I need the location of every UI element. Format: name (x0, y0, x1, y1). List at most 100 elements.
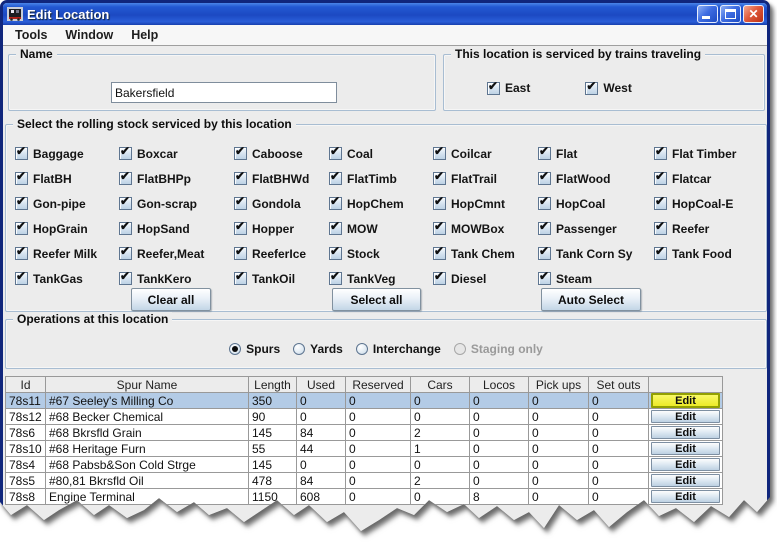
table-cell: 84 (297, 425, 346, 441)
checkbox-label: HopCmnt (451, 197, 505, 211)
menu-help[interactable]: Help (122, 26, 167, 44)
menubar: ToolsWindowHelp (3, 25, 767, 46)
checkbox-label: HopCoal (556, 197, 605, 211)
radio-spurs[interactable]: Spurs (229, 342, 280, 356)
menu-tools[interactable]: Tools (6, 26, 56, 44)
direction-checkbox-west[interactable]: ✔West (585, 81, 631, 95)
rollingstock-checkbox-coal[interactable]: ✔Coal (329, 147, 433, 161)
table-row[interactable]: 78s6#68 Bkrsfld Grain1458402000Edit (6, 425, 723, 441)
checkbox-label: FlatBHPp (137, 172, 191, 186)
checkbox-icon: ✔ (15, 197, 28, 210)
column-header-spur-name[interactable]: Spur Name (46, 377, 249, 393)
close-button[interactable]: ✕ (743, 5, 764, 23)
rollingstock-checkbox-boxcar[interactable]: ✔Boxcar (119, 147, 234, 161)
minimize-button[interactable] (697, 5, 718, 23)
rollingstock-checkbox-hopcoal[interactable]: ✔HopCoal (538, 197, 654, 211)
checkbox-icon: ✔ (119, 172, 132, 185)
rollingstock-checkbox-gon-scrap[interactable]: ✔Gon-scrap (119, 197, 234, 211)
rollingstock-checkbox-gondola[interactable]: ✔Gondola (234, 197, 329, 211)
clear-all-button[interactable]: Clear all (131, 288, 211, 311)
rollingstock-checkbox-tankoil[interactable]: ✔TankOil (234, 272, 329, 286)
rollingstock-checkbox-tankveg[interactable]: ✔TankVeg (329, 272, 433, 286)
column-header-used[interactable]: Used (297, 377, 346, 393)
check-mark: ✔ (655, 144, 665, 158)
column-header-id[interactable]: Id (6, 377, 46, 393)
edit-cell: Edit (649, 409, 723, 425)
location-name-input[interactable] (111, 82, 337, 103)
edit-button[interactable]: Edit (651, 442, 720, 455)
radio-yards[interactable]: Yards (293, 342, 343, 356)
table-row[interactable]: 78s10#68 Heritage Furn554401000Edit (6, 441, 723, 457)
rollingstock-checkbox-flatbhwd[interactable]: ✔FlatBHWd (234, 172, 329, 186)
edit-button[interactable]: Edit (651, 458, 720, 471)
rollingstock-checkbox-reefer-meat[interactable]: ✔Reefer,Meat (119, 247, 234, 261)
rollingstock-checkbox-flatbhpp[interactable]: ✔ FlatBHPp (119, 172, 234, 186)
rollingstock-checkbox-hopcmnt[interactable]: ✔HopCmnt (433, 197, 538, 211)
table-row[interactable]: 78s12#68 Becker Chemical90000000Edit (6, 409, 723, 425)
column-header-cars[interactable]: Cars (411, 377, 470, 393)
edit-button[interactable]: Edit (651, 410, 720, 423)
rollingstock-checkbox-tankkero[interactable]: ✔TankKero (119, 272, 234, 286)
rollingstock-checkbox-hopper[interactable]: ✔Hopper (234, 222, 329, 236)
screenshot-stage: Edit Location ✕ ToolsWindowHelp Name Thi… (0, 0, 777, 544)
rollingstock-checkbox-stock[interactable]: ✔Stock (329, 247, 433, 261)
table-row[interactable]: 78s5#80,81 Bkrsfld Oil4788402000Edit (6, 473, 723, 489)
radio-interchange[interactable]: Interchange (356, 342, 441, 356)
check-mark: ✔ (488, 79, 498, 93)
rollingstock-checkbox-flat[interactable]: ✔Flat (538, 147, 654, 161)
rollingstock-checkbox-coilcar[interactable]: ✔Coilcar (433, 147, 538, 161)
checkbox-label: East (505, 81, 530, 95)
rollingstock-checkbox-hopgrain[interactable]: ✔HopGrain (15, 222, 119, 236)
select-all-button[interactable]: Select all (332, 288, 421, 311)
rollingstock-checkbox-flattimb[interactable]: ✔FlatTimb (329, 172, 433, 186)
rollingstock-checkbox-steam[interactable]: ✔Steam (538, 272, 654, 286)
rollingstock-checkbox-hopcoal-e[interactable]: ✔HopCoal-E (654, 197, 760, 211)
edit-button[interactable]: Edit (651, 426, 720, 439)
rollingstock-checkbox-hopchem[interactable]: ✔HopChem (329, 197, 433, 211)
maximize-button[interactable] (720, 5, 741, 23)
rollingstock-checkbox-caboose[interactable]: ✔Caboose (234, 147, 329, 161)
column-header-reserved[interactable]: Reserved (346, 377, 411, 393)
rollingstock-checkbox-flatcar[interactable]: ✔Flatcar (654, 172, 760, 186)
rollingstock-checkbox-passenger[interactable]: ✔Passenger (538, 222, 654, 236)
checkbox-label: Boxcar (137, 147, 178, 161)
spur-table-body: 78s11#67 Seeley's Milling Co350000000Edi… (6, 393, 723, 505)
titlebar[interactable]: Edit Location ✕ (3, 3, 767, 25)
rollingstock-checkbox-mow[interactable]: ✔MOW (329, 222, 433, 236)
column-header-edit[interactable] (649, 377, 723, 393)
rollingstock-checkbox-tank-chem[interactable]: ✔Tank Chem (433, 247, 538, 261)
edit-button[interactable]: Edit (651, 393, 720, 408)
rollingstock-checkbox-flatwood[interactable]: ✔FlatWood (538, 172, 654, 186)
rollingstock-checkbox-gon-pipe[interactable]: ✔Gon-pipe (15, 197, 119, 211)
rollingstock-checkbox-mowbox[interactable]: ✔MOWBox (433, 222, 538, 236)
table-row[interactable]: 78s11#67 Seeley's Milling Co350000000Edi… (6, 393, 723, 409)
rollingstock-checkbox-flattrail[interactable]: ✔FlatTrail (433, 172, 538, 186)
menu-window[interactable]: Window (56, 26, 122, 44)
table-cell: 0 (411, 489, 470, 505)
checkbox-icon: ✔ (329, 197, 342, 210)
column-header-length[interactable]: Length (249, 377, 297, 393)
column-header-pick-ups[interactable]: Pick ups (529, 377, 589, 393)
rollingstock-checkbox-flatbh[interactable]: ✔FlatBH (15, 172, 119, 186)
rollingstock-checkbox-flat-timber[interactable]: ✔Flat Timber (654, 147, 760, 161)
rollingstock-checkbox-tankgas[interactable]: ✔TankGas (15, 272, 119, 286)
table-row[interactable]: 78s4#68 Pabsb&Son Cold Strge145000000Edi… (6, 457, 723, 473)
table-row[interactable]: 78s8Engine Terminal115060800800Edit (6, 489, 723, 505)
rollingstock-checkbox-reeferice[interactable]: ✔ReeferIce (234, 247, 329, 261)
table-cell: 0 (470, 441, 529, 457)
rollingstock-checkbox-tank-food[interactable]: ✔Tank Food (654, 247, 760, 261)
rollingstock-checkbox-tank-corn-sy[interactable]: ✔Tank Corn Sy (538, 247, 654, 261)
direction-checkbox-east[interactable]: ✔ East (487, 81, 530, 95)
rollingstock-checkbox-hopsand[interactable]: ✔HopSand (119, 222, 234, 236)
column-header-locos[interactable]: Locos (470, 377, 529, 393)
auto-select-button[interactable]: Auto Select (541, 288, 641, 311)
edit-button[interactable]: Edit (651, 490, 720, 503)
edit-button[interactable]: Edit (651, 474, 720, 487)
rollingstock-checkbox-reefer-milk[interactable]: ✔Reefer Milk (15, 247, 119, 261)
rollingstock-checkbox-baggage[interactable]: ✔Baggage (15, 147, 119, 161)
column-header-set-outs[interactable]: Set outs (589, 377, 649, 393)
rollingstock-checkbox-reefer[interactable]: ✔Reefer (654, 222, 760, 236)
rollingstock-checkbox-diesel[interactable]: ✔Diesel (433, 272, 538, 286)
checkbox-icon: ✔ (538, 222, 551, 235)
table-cell: 0 (529, 441, 589, 457)
